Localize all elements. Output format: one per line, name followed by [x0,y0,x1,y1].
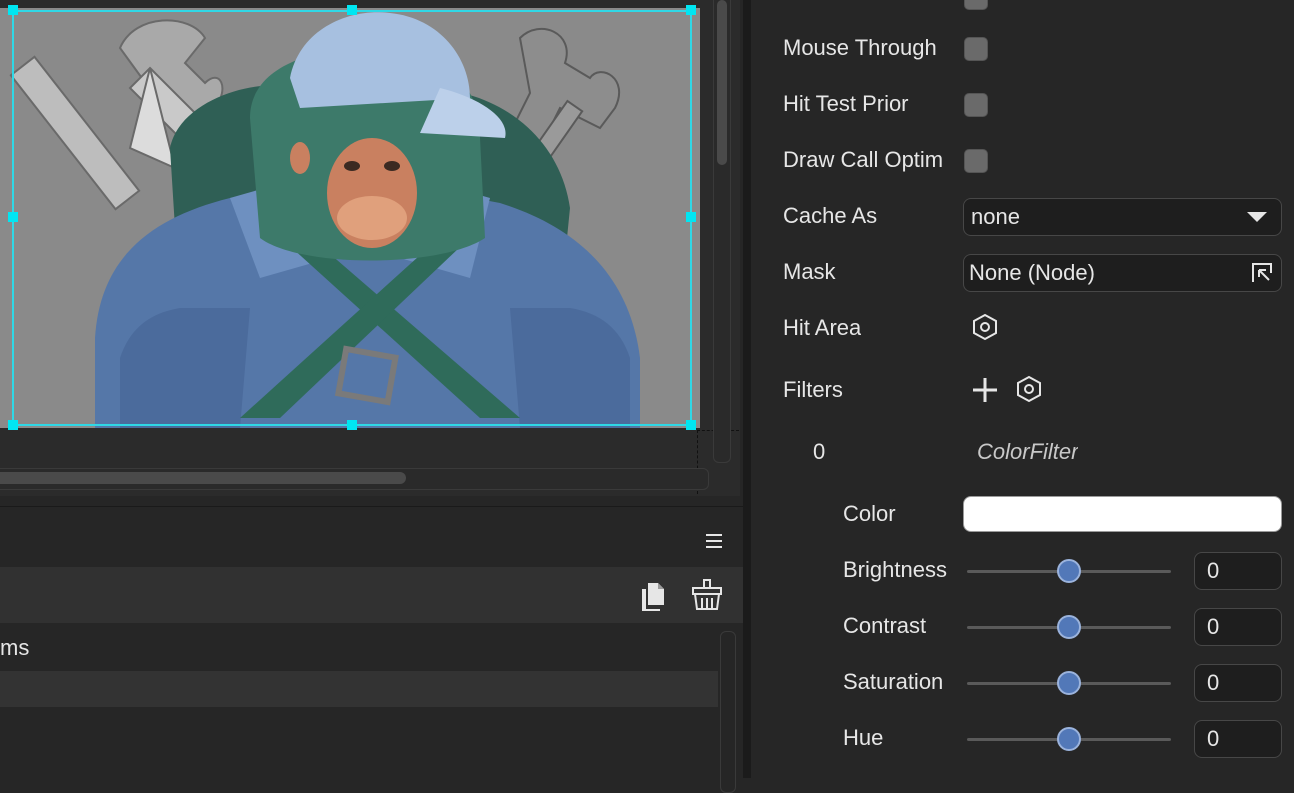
prop-label-brightness: Brightness [843,557,947,582]
prop-label-draw-call-optim: Draw Call Optim [783,147,944,172]
filter-index: 0 [813,439,826,464]
resize-handle-top-center[interactable] [347,5,357,15]
contrast-slider-thumb[interactable] [1057,615,1081,639]
resize-handle-bottom-left[interactable] [8,420,18,430]
bottom-panel: ms [0,506,743,793]
resize-handle-top-right[interactable] [686,5,696,15]
clear-icon[interactable] [690,579,724,611]
scene-viewport[interactable] [0,0,740,496]
checkbox-hit-test-prior[interactable] [964,93,988,117]
prop-label-cache-as: Cache As [783,203,878,228]
settings-hexagon-icon[interactable] [971,313,999,341]
property-inspector: Mouse Through Hit Test Prior Draw Call O… [751,0,1294,778]
prop-label-saturation: Saturation [843,669,944,694]
list-item-selected[interactable] [0,671,718,707]
checkbox-partial[interactable] [964,0,988,10]
checkbox-mouse-through[interactable] [964,37,988,61]
mask-value: None (Node) [969,260,1095,285]
hue-slider-thumb[interactable] [1057,727,1081,751]
prop-label-hit-area: Hit Area [783,315,862,340]
panel-vertical-scrollbar[interactable] [720,631,736,793]
prop-label-color: Color [843,501,896,526]
prop-label-hue: Hue [843,725,884,750]
brightness-value-input[interactable]: 0 [1194,552,1282,590]
resize-handle-top-left[interactable] [8,5,18,15]
list-item-label: ms [0,635,30,660]
copy-icon[interactable] [640,581,666,611]
pick-node-icon[interactable] [1251,262,1273,284]
hue-value-input[interactable]: 0 [1194,720,1282,758]
prop-label-filters: Filters [783,377,843,402]
filters-settings-hexagon-icon[interactable] [1015,375,1043,403]
cache-as-value: none [971,204,1020,229]
sprite-image[interactable] [0,8,700,428]
prop-label-hit-test-prior: Hit Test Prior [783,91,909,116]
prop-label-contrast: Contrast [843,613,927,638]
resize-handle-middle-right[interactable] [686,212,696,222]
filter-type: ColorFilter [977,439,1079,464]
resize-handle-bottom-center[interactable] [347,420,357,430]
cache-as-select[interactable]: none [963,198,1282,236]
prop-label-mouse-through: Mouse Through [783,35,937,60]
resize-handle-bottom-right[interactable] [686,420,696,430]
resize-handle-middle-left[interactable] [8,212,18,222]
add-icon[interactable] [972,377,998,403]
viewport-vertical-scroll-thumb[interactable] [717,0,727,165]
checkbox-draw-call-optim[interactable] [964,149,988,173]
panel-toolbar [0,567,743,623]
scene-stage[interactable] [0,8,700,428]
prop-label-mask: Mask [783,259,836,284]
brightness-slider-thumb[interactable] [1057,559,1081,583]
chevron-down-icon [1247,212,1267,222]
mask-node-field[interactable]: None (Node) [963,254,1282,292]
viewport-horizontal-scroll-thumb[interactable] [0,472,406,484]
panel-divider[interactable] [743,0,751,778]
saturation-slider-thumb[interactable] [1057,671,1081,695]
saturation-value-input[interactable]: 0 [1194,664,1282,702]
contrast-value-input[interactable]: 0 [1194,608,1282,646]
menu-icon[interactable] [706,532,722,550]
color-swatch[interactable] [963,496,1282,532]
